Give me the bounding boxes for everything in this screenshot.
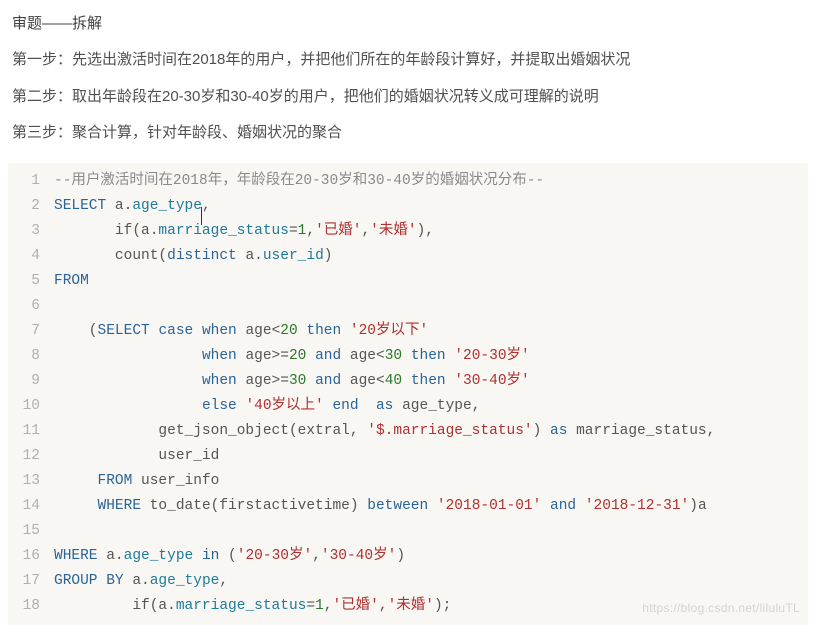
code-content: FROM bbox=[54, 269, 808, 294]
code-line: 14 WHERE to_date(firstactivetime) betwee… bbox=[8, 494, 808, 519]
code-content: user_id bbox=[54, 444, 808, 469]
code-line: 7 (SELECT case when age<20 then '20岁以下' bbox=[8, 319, 808, 344]
code-line: 3 if(a.marriage_status=1,'已婚','未婚'), bbox=[8, 219, 808, 244]
line-number: 11 bbox=[8, 419, 54, 444]
code-line: 18 if(a.marriage_status=1,'已婚','未婚'); bbox=[8, 594, 808, 619]
line-number: 6 bbox=[8, 294, 54, 319]
code-line: 17GROUP BY a.age_type, bbox=[8, 569, 808, 594]
sql-code-block: 1--用户激活时间在2018年，年龄段在20-30岁和30-40岁的婚姻状况分布… bbox=[8, 163, 808, 625]
code-line: 4 count(distinct a.user_id) bbox=[8, 244, 808, 269]
line-number: 14 bbox=[8, 494, 54, 519]
code-content: if(a.marriage_status=1,'已婚','未婚'), bbox=[54, 219, 808, 244]
code-line: 5FROM bbox=[8, 269, 808, 294]
line-number: 1 bbox=[8, 169, 54, 194]
line-number: 13 bbox=[8, 469, 54, 494]
code-content: GROUP BY a.age_type, bbox=[54, 569, 808, 594]
code-content: count(distinct a.user_id) bbox=[54, 244, 808, 269]
code-line: 11 get_json_object(extral, '$.marriage_s… bbox=[8, 419, 808, 444]
code-content: WHERE to_date(firstactivetime) between '… bbox=[54, 494, 808, 519]
code-content: --用户激活时间在2018年，年龄段在20-30岁和30-40岁的婚姻状况分布-… bbox=[54, 169, 808, 194]
code-content bbox=[54, 519, 808, 544]
code-content: when age>=20 and age<30 then '20-30岁' bbox=[54, 344, 808, 369]
line-number: 15 bbox=[8, 519, 54, 544]
code-line: 16WHERE a.age_type in ('20-30岁','30-40岁'… bbox=[8, 544, 808, 569]
code-content: SELECT a.age_type, bbox=[54, 194, 808, 219]
code-line: 2SELECT a.age_type, bbox=[8, 194, 808, 219]
code-line: 13 FROM user_info bbox=[8, 469, 808, 494]
code-line: 8 when age>=20 and age<30 then '20-30岁' bbox=[8, 344, 808, 369]
line-number: 5 bbox=[8, 269, 54, 294]
line-number: 10 bbox=[8, 394, 54, 419]
code-line: 15 bbox=[8, 519, 808, 544]
line-number: 16 bbox=[8, 544, 54, 569]
code-content: FROM user_info bbox=[54, 469, 808, 494]
line-number: 12 bbox=[8, 444, 54, 469]
code-content: if(a.marriage_status=1,'已婚','未婚'); bbox=[54, 594, 808, 619]
line-number: 9 bbox=[8, 369, 54, 394]
code-content: (SELECT case when age<20 then '20岁以下' bbox=[54, 319, 808, 344]
code-line: 12 user_id bbox=[8, 444, 808, 469]
step-3: 第三步：聚合计算，针对年龄段、婚姻状况的聚合 bbox=[12, 122, 804, 145]
code-content bbox=[54, 294, 808, 319]
line-number: 2 bbox=[8, 194, 54, 219]
code-content: else '40岁以上' end as age_type, bbox=[54, 394, 808, 419]
code-line: 10 else '40岁以上' end as age_type, bbox=[8, 394, 808, 419]
code-content: when age>=30 and age<40 then '30-40岁' bbox=[54, 369, 808, 394]
code-content: get_json_object(extral, '$.marriage_stat… bbox=[54, 419, 808, 444]
code-line: 6 bbox=[8, 294, 808, 319]
line-number: 7 bbox=[8, 319, 54, 344]
line-number: 17 bbox=[8, 569, 54, 594]
article-body: 审题——拆解 第一步：先选出激活时间在2018年的用户，并把他们所在的年龄段计算… bbox=[0, 0, 816, 145]
section-heading: 审题——拆解 bbox=[12, 12, 804, 33]
line-number: 18 bbox=[8, 594, 54, 619]
line-number: 8 bbox=[8, 344, 54, 369]
code-line: 9 when age>=30 and age<40 then '30-40岁' bbox=[8, 369, 808, 394]
code-line: 1--用户激活时间在2018年，年龄段在20-30岁和30-40岁的婚姻状况分布… bbox=[8, 169, 808, 194]
line-number: 4 bbox=[8, 244, 54, 269]
step-1: 第一步：先选出激活时间在2018年的用户，并把他们所在的年龄段计算好，并提取出婚… bbox=[12, 49, 804, 72]
step-2: 第二步：取出年龄段在20-30岁和30-40岁的用户，把他们的婚姻状况转义成可理… bbox=[12, 86, 804, 109]
line-number: 3 bbox=[8, 219, 54, 244]
code-content: WHERE a.age_type in ('20-30岁','30-40岁') bbox=[54, 544, 808, 569]
